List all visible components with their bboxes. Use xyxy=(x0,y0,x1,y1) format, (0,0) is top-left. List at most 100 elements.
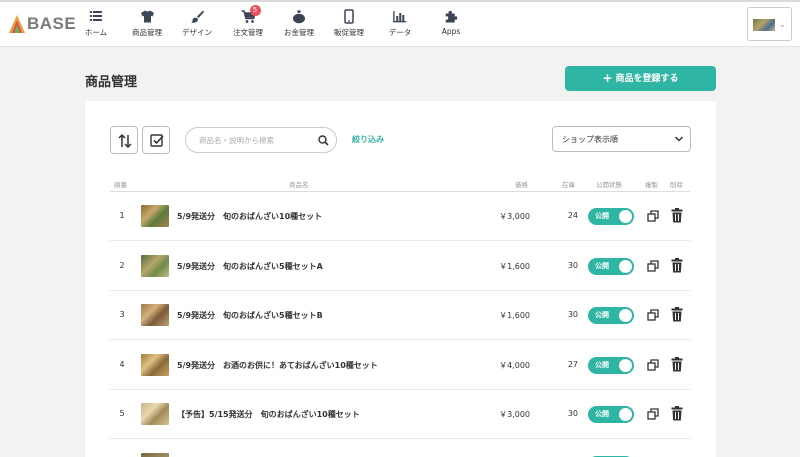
nav-item-apps[interactable]: Apps xyxy=(441,9,461,36)
trash-icon[interactable] xyxy=(671,357,683,372)
brush-icon xyxy=(191,10,204,23)
nav-item-home[interactable]: ホーム xyxy=(85,9,107,38)
copy-icon[interactable] xyxy=(647,359,659,371)
puzzle-icon xyxy=(446,11,458,23)
trash-icon[interactable] xyxy=(671,307,683,322)
copy-icon[interactable] xyxy=(647,260,659,272)
publish-toggle[interactable]: 公開 xyxy=(588,406,634,423)
toggle-knob xyxy=(619,210,632,223)
register-product-button[interactable]: + 商品を登録する xyxy=(565,66,716,91)
column-header-delete: 削除 xyxy=(670,181,683,189)
chevron-down-icon xyxy=(674,136,684,142)
trash-icon[interactable] xyxy=(671,208,683,223)
bar-chart-icon xyxy=(393,11,407,23)
list-icon xyxy=(90,11,102,21)
publish-toggle[interactable]: 公開 xyxy=(588,307,634,324)
nav-item-products[interactable]: 商品管理 xyxy=(132,9,162,38)
sort-arrows-icon xyxy=(118,133,132,149)
table-row[interactable]: 5 【予告】5/15発送分 旬のおばんざい10種セット ￥3,000 30 公開 xyxy=(110,390,690,439)
reorder-button[interactable] xyxy=(110,126,138,154)
table-row[interactable]: 4 5/9発送分 お酒のお供に！あておばんざい10種セット ￥4,000 27 … xyxy=(110,341,690,390)
copy-icon[interactable] xyxy=(647,210,659,222)
plus-icon: + xyxy=(602,71,613,85)
checkbox-icon xyxy=(150,134,164,147)
nav-item-money[interactable]: お金管理 xyxy=(284,9,314,38)
publish-toggle-label: 公開 xyxy=(595,361,609,369)
trash-icon[interactable] xyxy=(671,258,683,273)
product-stock: 30 xyxy=(567,261,578,270)
logo-mark-icon xyxy=(9,15,25,33)
publish-toggle[interactable]: 公開 xyxy=(588,258,634,275)
top-navigation: BASE ホーム 商品管理 デザイン 5 注文管理 お金管理 販促管理 データ … xyxy=(0,0,800,47)
publish-toggle-label: 公開 xyxy=(595,262,609,270)
table-row[interactable] xyxy=(110,440,690,457)
product-thumbnail[interactable] xyxy=(141,453,169,457)
base-logo[interactable]: BASE xyxy=(9,13,76,35)
phone-icon xyxy=(344,9,354,24)
product-price: ￥1,600 xyxy=(499,311,530,320)
product-name[interactable]: 5/9発送分 旬のおばんざい5種セットA xyxy=(177,261,323,272)
nav-item-label: ホーム xyxy=(84,28,108,37)
chevron-down-icon: ⌄ xyxy=(779,20,786,29)
column-header-stock: 在庫 xyxy=(562,181,575,189)
register-product-label: 商品を登録する xyxy=(615,74,679,84)
order-count-badge: 5 xyxy=(249,5,261,16)
product-thumbnail[interactable] xyxy=(141,255,169,277)
table-row[interactable]: 2 5/9発送分 旬のおばんざい5種セットA ￥1,600 30 公開 xyxy=(110,242,690,291)
search-input[interactable] xyxy=(199,133,317,148)
nav-item-promotion[interactable]: 販促管理 xyxy=(334,9,364,38)
product-price: ￥1,600 xyxy=(499,262,530,271)
shop-thumbnail xyxy=(753,19,775,31)
nav-item-data[interactable]: データ xyxy=(388,9,412,38)
copy-icon[interactable] xyxy=(647,309,659,321)
column-header-order: 順番 xyxy=(114,181,127,189)
nav-item-design[interactable]: デザイン xyxy=(182,9,212,38)
nav-item-label: お金管理 xyxy=(284,28,314,37)
publish-toggle[interactable]: 公開 xyxy=(588,208,634,225)
publish-toggle[interactable]: 公開 xyxy=(588,357,634,374)
product-name[interactable]: 【予告】5/15発送分 旬のおばんざい10種セット xyxy=(177,409,360,420)
product-name[interactable]: 5/9発送分 旬のおばんざい5種セットB xyxy=(177,310,323,321)
product-name[interactable]: 5/9発送分 旬のおばんざい10種セット xyxy=(177,211,322,222)
nav-item-orders[interactable]: 5 注文管理 xyxy=(233,5,263,38)
search-icon[interactable] xyxy=(318,135,329,146)
copy-icon[interactable] xyxy=(647,408,659,420)
toggle-knob xyxy=(619,260,632,273)
search-box[interactable] xyxy=(185,127,337,153)
bulk-select-button[interactable] xyxy=(142,126,170,154)
column-header-copy: 複製 xyxy=(645,181,658,189)
product-price: ￥3,000 xyxy=(499,410,530,419)
product-name[interactable]: 5/9発送分 お酒のお供に！あておばんざい10種セット xyxy=(177,360,378,371)
table-row[interactable]: 3 5/9発送分 旬のおばんざい5種セットB ￥1,600 30 公開 xyxy=(110,291,690,340)
product-thumbnail[interactable] xyxy=(141,304,169,326)
product-thumbnail[interactable] xyxy=(141,205,169,227)
product-price: ￥4,000 xyxy=(499,361,530,370)
row-order: 4 xyxy=(119,360,125,369)
product-stock: 27 xyxy=(567,360,578,369)
column-header-name: 商品名 xyxy=(289,181,309,189)
nav-item-label: データ xyxy=(388,28,412,37)
nav-item-label: 販促管理 xyxy=(334,28,364,37)
product-thumbnail[interactable] xyxy=(141,403,169,425)
product-thumbnail[interactable] xyxy=(141,354,169,376)
publish-toggle-label: 公開 xyxy=(595,311,609,319)
nav-item-label: デザイン xyxy=(182,28,212,37)
column-header-status: 公開状態 xyxy=(596,181,622,189)
product-price: ￥3,000 xyxy=(499,212,530,221)
toggle-knob xyxy=(619,359,632,372)
nav-item-label: Apps xyxy=(441,27,461,36)
trash-icon[interactable] xyxy=(671,406,683,421)
sort-select[interactable]: ショップ表示順 xyxy=(552,126,691,152)
table-row[interactable]: 1 5/9発送分 旬のおばんざい10種セット ￥3,000 24 公開 xyxy=(110,192,690,241)
filter-link[interactable]: 絞り込み xyxy=(352,134,384,145)
product-stock: 30 xyxy=(567,310,578,319)
row-order: 1 xyxy=(119,211,125,220)
page-title: 商品管理 xyxy=(85,75,138,90)
shop-switcher[interactable]: ⌄ xyxy=(747,7,792,41)
column-header-price: 価格 xyxy=(515,181,528,189)
nav-item-label: 商品管理 xyxy=(132,28,162,37)
nav-item-label: 注文管理 xyxy=(233,28,263,37)
sort-select-value: ショップ表示順 xyxy=(562,135,618,144)
row-order: 2 xyxy=(119,261,125,270)
shirt-icon xyxy=(140,10,154,23)
